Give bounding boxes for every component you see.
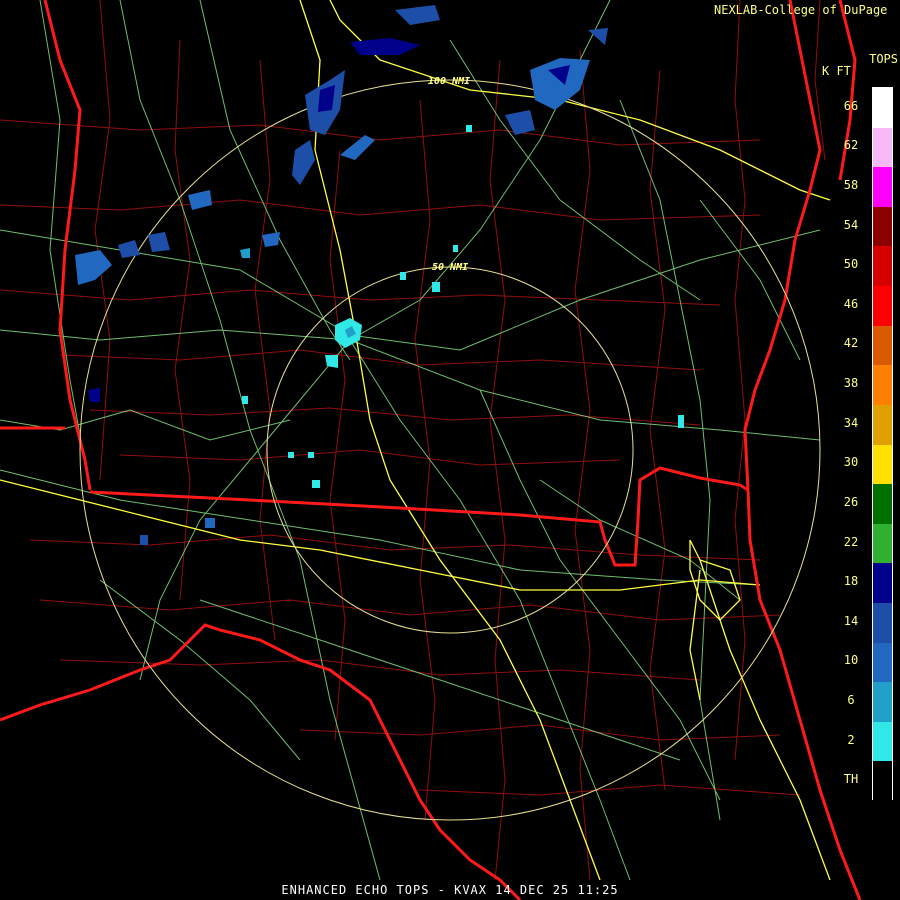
legend-swatch (873, 523, 892, 564)
echo-cell (188, 190, 212, 210)
legend-swatch (873, 563, 892, 604)
echo-cell (75, 250, 112, 285)
legend-label: 26 (843, 494, 859, 509)
echo-cell (325, 355, 338, 368)
map-caption: ENHANCED ECHO TOPS - KVAX 14 DEC 25 11:2… (281, 883, 619, 897)
color-legend (872, 87, 893, 802)
legend-swatch (873, 325, 892, 366)
county-borders (0, 0, 826, 881)
echo-cell (432, 282, 440, 292)
legend-label: 66 (843, 98, 859, 113)
legend-swatch (873, 761, 892, 802)
legend-swatch (873, 127, 892, 168)
legend-label: 54 (843, 217, 859, 232)
echo-cell (312, 480, 320, 488)
echo-cell (453, 245, 458, 252)
legend-label: TH (843, 772, 859, 787)
legend-swatch (873, 167, 892, 208)
legend-label: 18 (843, 574, 859, 589)
echo-cell (205, 518, 215, 528)
echo-cell (140, 535, 148, 545)
legend-swatch (873, 721, 892, 762)
ring-label-100: 100 NMI (428, 76, 471, 87)
legend-label: 14 (843, 613, 859, 628)
legend-swatch (873, 206, 892, 247)
legend-label: 30 (843, 455, 859, 470)
range-rings (79, 79, 821, 821)
legend-swatch (873, 88, 892, 128)
ring-label-50: 50 NMI (432, 262, 469, 273)
echo-cell (588, 28, 608, 45)
secondary-roads (0, 0, 821, 881)
echo-cell (88, 388, 100, 402)
echo-cell (242, 396, 248, 404)
legend-swatch (873, 642, 892, 683)
legend-swatch (873, 286, 892, 327)
ring-100-nmi (79, 79, 821, 821)
legend-units: K FT (822, 64, 851, 78)
legend-swatch (873, 682, 892, 723)
echo-cell (395, 5, 440, 25)
radar-map (0, 0, 862, 900)
legend-label: 22 (843, 534, 859, 549)
legend-swatch (873, 444, 892, 485)
legend-label: 38 (843, 376, 859, 391)
radar-returns (75, 5, 684, 545)
legend-label: 62 (843, 138, 859, 153)
echo-cell (262, 232, 280, 247)
echo-cell (292, 140, 315, 185)
echo-cell (308, 452, 314, 458)
legend-label: 10 (843, 653, 859, 668)
legend-swatch (873, 365, 892, 406)
echo-cell (530, 58, 590, 110)
legend-swatch (873, 246, 892, 287)
echo-cell (118, 240, 140, 258)
echo-cell (148, 232, 170, 252)
legend-swatch (873, 404, 892, 445)
legend-label: 42 (843, 336, 859, 351)
echo-cell (288, 452, 294, 458)
echo-cell (400, 272, 406, 280)
legend-label: 58 (843, 178, 859, 193)
echo-cell (340, 135, 375, 160)
legend-label: 46 (843, 296, 859, 311)
legend-swatch (873, 484, 892, 525)
credit-label: NEXLAB-College of DuPage (714, 3, 888, 17)
echo-cell (678, 415, 684, 428)
echo-cell (240, 248, 250, 258)
legend-swatch (873, 602, 892, 643)
legend-label: 34 (843, 415, 859, 430)
legend-label: 2 (847, 732, 855, 747)
legend-label: 50 (843, 257, 859, 272)
legend-label: 6 (847, 692, 855, 707)
echo-cell (466, 125, 472, 132)
ring-50-nmi (266, 266, 634, 634)
